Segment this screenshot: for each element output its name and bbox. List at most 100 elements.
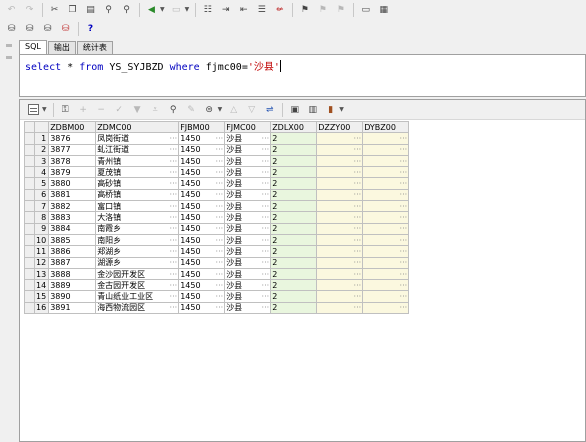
export-icon[interactable]: ▥ xyxy=(305,102,320,117)
row-indicator[interactable] xyxy=(24,132,35,145)
table-row[interactable]: 8 3883 大洛镇 ··· 1450 ··· 沙县 ··· 2 ··· ··· xyxy=(24,211,410,224)
cell-ellipsis-button[interactable]: ··· xyxy=(400,179,408,188)
cell-fjmc[interactable]: 沙县 ··· xyxy=(224,188,272,202)
cell-zdmc[interactable]: 湖源乡 ··· xyxy=(95,256,180,269)
cell-ellipsis-button[interactable]: ··· xyxy=(216,213,224,222)
cell-ellipsis-button[interactable]: ··· xyxy=(400,145,408,154)
cell-dybz[interactable]: ··· xyxy=(362,290,410,303)
cell-fjbm[interactable]: 1450 ··· xyxy=(178,154,226,168)
cell-ellipsis-button[interactable]: ··· xyxy=(216,236,224,245)
row-number[interactable]: 11 xyxy=(33,245,50,258)
cell-zdlx[interactable]: 2 xyxy=(270,177,318,190)
cell-fjmc[interactable]: 沙县 ··· xyxy=(224,290,272,303)
row-indicator[interactable] xyxy=(24,279,35,292)
cell-ellipsis-button[interactable]: ··· xyxy=(354,270,362,279)
cell-ellipsis-button[interactable]: ··· xyxy=(216,303,224,312)
cell-zdmc[interactable]: 夏茂镇 ··· xyxy=(95,166,180,179)
cell-dzzy[interactable]: ··· xyxy=(316,279,364,292)
cell-ellipsis-button[interactable]: ··· xyxy=(170,270,178,279)
cell-zdbm[interactable]: 3878 xyxy=(48,154,97,168)
row-indicator[interactable] xyxy=(24,233,35,247)
cell-zdbm[interactable]: 3876 xyxy=(48,132,97,145)
cell-ellipsis-button[interactable]: ··· xyxy=(400,281,408,290)
cell-fjmc[interactable]: 沙县 ··· xyxy=(224,200,272,213)
cell-zdmc[interactable]: 南霞乡 ··· xyxy=(95,222,180,235)
cell-dybz[interactable]: ··· xyxy=(362,301,410,315)
cell-ellipsis-button[interactable]: ··· xyxy=(170,145,178,154)
cell-dybz[interactable]: ··· xyxy=(362,166,410,179)
cell-fjmc[interactable]: 沙县 ··· xyxy=(224,233,272,247)
cell-dzzy[interactable]: ··· xyxy=(316,267,364,281)
cell-ellipsis-button[interactable]: ··· xyxy=(400,157,408,166)
column-header[interactable]: ZDBM00 xyxy=(48,120,97,134)
cell-ellipsis-button[interactable]: ··· xyxy=(400,292,408,301)
query-dropdown-icon[interactable]: ▼ xyxy=(218,106,223,113)
row-indicator[interactable] xyxy=(24,245,35,258)
cell-fjmc[interactable]: 沙县 ··· xyxy=(224,301,272,315)
cell-ellipsis-button[interactable]: ··· xyxy=(354,236,362,245)
cell-ellipsis-button[interactable]: ··· xyxy=(216,202,224,211)
cell-ellipsis-button[interactable]: ··· xyxy=(354,134,362,143)
cell-zdmc[interactable]: 青山纸业工业区 ··· xyxy=(95,290,180,303)
cell-fjmc[interactable]: 沙县 ··· xyxy=(224,166,272,179)
cell-ellipsis-button[interactable]: ··· xyxy=(354,281,362,290)
find-icon[interactable]: ⚲ xyxy=(101,2,116,17)
cell-fjmc[interactable]: 沙县 ··· xyxy=(224,154,272,168)
undo-icon[interactable]: ↶ xyxy=(4,2,19,17)
unindent-icon[interactable]: ⇤ xyxy=(236,2,251,17)
cell-ellipsis-button[interactable]: ··· xyxy=(354,179,362,188)
cell-ellipsis-button[interactable]: ··· xyxy=(262,145,270,154)
cell-ellipsis-button[interactable]: ··· xyxy=(170,281,178,290)
cell-dzzy[interactable]: ··· xyxy=(316,154,364,168)
cell-fjmc[interactable]: 沙县 ··· xyxy=(224,143,272,156)
row-number[interactable]: 7 xyxy=(33,200,50,213)
db-disconnect-icon[interactable]: ⛁ xyxy=(22,21,37,36)
copy-icon[interactable]: ❐ xyxy=(65,2,80,17)
row-number[interactable]: 12 xyxy=(33,256,50,269)
cell-fjbm[interactable]: 1450 ··· xyxy=(178,233,226,247)
cell-dzzy[interactable]: ··· xyxy=(316,188,364,202)
cell-dybz[interactable]: ··· xyxy=(362,256,410,269)
cell-dybz[interactable]: ··· xyxy=(362,279,410,292)
execute-icon[interactable]: ◀ xyxy=(144,2,159,17)
row-indicator[interactable] xyxy=(24,222,35,235)
cell-ellipsis-button[interactable]: ··· xyxy=(216,168,224,177)
row-number[interactable]: 6 xyxy=(33,188,50,202)
cell-ellipsis-button[interactable]: ··· xyxy=(262,134,270,143)
save-icon[interactable]: ▣ xyxy=(287,102,302,117)
cell-fjmc[interactable]: 沙县 ··· xyxy=(224,132,272,145)
table-row[interactable]: 14 3889 金古园开发区 ··· 1450 ··· 沙县 ··· 2 ··· ··· xyxy=(24,279,410,292)
table-row[interactable]: 9 3884 南霞乡 ··· 1450 ··· 沙县 ··· 2 ··· ··· xyxy=(24,222,410,235)
cell-zdbm[interactable]: 3882 xyxy=(48,200,97,213)
cell-ellipsis-button[interactable]: ··· xyxy=(216,281,224,290)
cell-fjmc[interactable]: 沙县 ··· xyxy=(224,279,272,292)
run-icon[interactable]: ⚑ xyxy=(297,2,312,17)
row-indicator[interactable] xyxy=(24,177,35,190)
cell-fjbm[interactable]: 1450 ··· xyxy=(178,143,226,156)
find-icon[interactable]: ⚲ xyxy=(166,102,181,117)
cell-zdlx[interactable]: 2 xyxy=(270,132,318,145)
cell-dybz[interactable]: ··· xyxy=(362,211,410,224)
row-indicator[interactable] xyxy=(24,188,35,202)
cell-dybz[interactable]: ··· xyxy=(362,143,410,156)
cell-fjbm[interactable]: 1450 ··· xyxy=(178,290,226,303)
cell-fjbm[interactable]: 1450 ··· xyxy=(178,166,226,179)
redo-icon[interactable]: ↷ xyxy=(22,2,37,17)
chart-icon[interactable]: ▮ xyxy=(323,102,338,117)
row-indicator[interactable] xyxy=(24,200,35,213)
cell-ellipsis-button[interactable]: ··· xyxy=(170,202,178,211)
cell-dybz[interactable]: ··· xyxy=(362,188,410,202)
cell-ellipsis-button[interactable]: ··· xyxy=(216,157,224,166)
cell-ellipsis-button[interactable]: ··· xyxy=(400,258,408,267)
cell-dzzy[interactable]: ··· xyxy=(316,132,364,145)
cell-ellipsis-button[interactable]: ··· xyxy=(170,247,178,256)
cell-dybz[interactable]: ··· xyxy=(362,267,410,281)
cell-ellipsis-button[interactable]: ··· xyxy=(170,292,178,301)
cell-ellipsis-button[interactable]: ··· xyxy=(262,292,270,301)
help-button[interactable]: ? xyxy=(83,21,98,36)
cell-dzzy[interactable]: ··· xyxy=(316,256,364,269)
row-number[interactable]: 10 xyxy=(33,233,50,247)
tab-output[interactable]: 输出 xyxy=(47,41,76,54)
row-indicator[interactable] xyxy=(24,290,35,303)
post-record-icon[interactable]: ✓ xyxy=(112,102,127,117)
